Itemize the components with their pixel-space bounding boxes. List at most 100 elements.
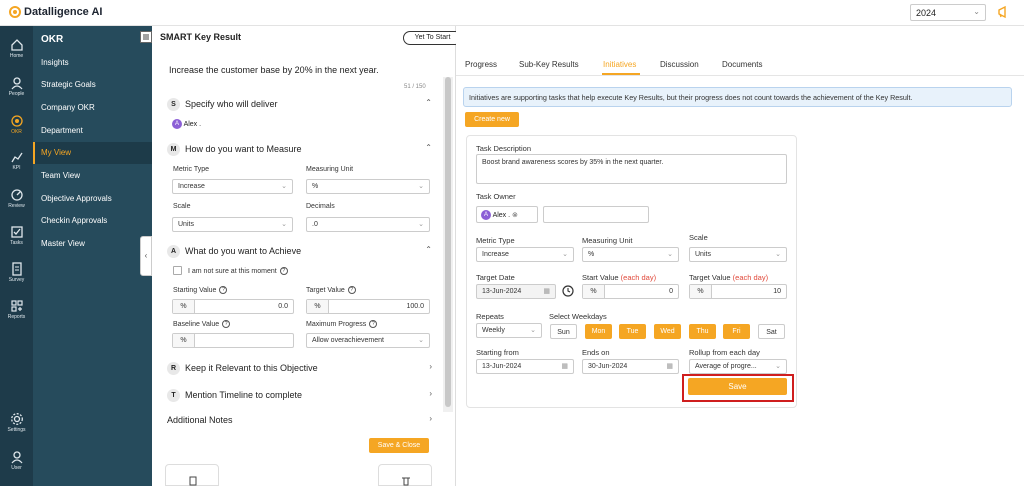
megaphone-icon[interactable] [997, 5, 1011, 19]
reports-icon [10, 300, 23, 312]
owner-search-input[interactable] [543, 206, 649, 223]
clock-icon[interactable] [562, 285, 574, 297]
tab-documents[interactable]: Documents [722, 60, 762, 69]
sidebar-item-department[interactable]: Department [33, 120, 152, 142]
scale-label: Scale [173, 203, 191, 210]
measuring-unit-select[interactable]: % ⌄ [582, 247, 679, 262]
starting-from-input[interactable]: 13-Jun-2024 ▦ [476, 359, 574, 374]
section-title: Specify who will deliver [185, 99, 278, 109]
help-icon[interactable]: ? [347, 286, 356, 294]
create-new-button[interactable]: Create new [465, 112, 519, 127]
day-tue[interactable]: Tue [619, 324, 646, 339]
metric-type-select[interactable]: Increase ⌄ [476, 247, 574, 262]
section-additional-notes[interactable]: Additional Notes › [167, 412, 432, 428]
metric-type-label: Metric Type [173, 166, 210, 173]
section-timeline[interactable]: T Mention Timeline to complete › [167, 387, 432, 403]
tasks-icon [10, 226, 23, 238]
measuring-unit-select[interactable]: % ⌄ [306, 179, 430, 194]
sidebar-item-strategic-goals[interactable]: Strategic Goals [33, 74, 152, 96]
help-icon[interactable]: ? [279, 267, 288, 275]
repeats-value: Weekly [482, 327, 505, 334]
metric-type-select[interactable]: Increase ⌄ [172, 179, 293, 194]
key-result-text[interactable]: Increase the customer base by 20% in the… [169, 65, 379, 75]
maximum-progress-label: Maximum Progress? [306, 320, 378, 328]
sidebar-item-checkin-approvals[interactable]: Checkin Approvals [33, 210, 152, 232]
survey-icon [11, 262, 22, 276]
not-sure-checkbox[interactable] [173, 266, 182, 275]
tab-sub-key-results[interactable]: Sub-Key Results [519, 60, 579, 69]
rollup-select[interactable]: Average of progre... ⌄ [689, 359, 787, 374]
gauge-icon [10, 189, 23, 201]
day-sun[interactable]: Sun [550, 324, 577, 339]
menu-collapse-icon[interactable] [140, 31, 152, 43]
section-measure[interactable]: M How do you want to Measure ⌃ [167, 141, 432, 157]
rail-tasks[interactable]: Tasks [0, 225, 33, 246]
app-logo[interactable]: Datalligence AI [9, 6, 102, 18]
sidebar-item-team-view[interactable]: Team View [33, 165, 152, 187]
day-wed[interactable]: Wed [654, 324, 681, 339]
owner-chip[interactable]: A Alex . [172, 119, 201, 129]
rail-survey[interactable]: Survey [0, 262, 33, 283]
starting-value-input[interactable]: % 0.0 [172, 299, 294, 314]
sidebar-item-my-view[interactable]: My View [33, 142, 152, 164]
scale-select[interactable]: Units ⌄ [689, 247, 787, 262]
status-badge[interactable]: Yet To Start [403, 31, 462, 45]
ends-on-input[interactable]: 30-Jun-2024 ▦ [582, 359, 679, 374]
sidebar-item-company-okr[interactable]: Company OKR [33, 97, 152, 119]
save-close-button[interactable]: Save & Close [369, 438, 429, 453]
repeats-select[interactable]: Weekly ⌄ [476, 323, 542, 338]
rail-home[interactable]: Home [0, 38, 33, 59]
maximum-progress-select[interactable]: Allow overachievement ⌄ [306, 333, 430, 348]
remove-icon[interactable]: ⊗ [512, 212, 518, 219]
user-icon [11, 451, 22, 464]
help-icon[interactable]: ? [369, 320, 378, 328]
decimals-select[interactable]: .0 ⌄ [306, 217, 430, 232]
chevron-up-icon: ⌃ [425, 143, 432, 152]
rail-okr[interactable]: OKR [0, 114, 33, 135]
rail-kpi[interactable]: KPI [0, 150, 33, 171]
section-specify[interactable]: S Specify who will deliver ⌃ [167, 96, 432, 112]
tab-progress[interactable]: Progress [465, 60, 497, 69]
rail-review[interactable]: Review [0, 188, 33, 209]
scrollbar-thumb[interactable] [445, 77, 451, 407]
ends-on-label: Ends on [582, 348, 610, 357]
day-thu[interactable]: Thu [689, 324, 716, 339]
tab-initiatives[interactable]: Initiatives [603, 60, 636, 69]
section-relevant[interactable]: R Keep it Relevant to this Objective › [167, 360, 432, 376]
year-select[interactable]: 2024 ⌄ [910, 4, 986, 21]
day-fri[interactable]: Fri [723, 324, 750, 339]
help-icon[interactable]: ? [219, 286, 228, 294]
help-icon[interactable]: ? [222, 320, 231, 328]
ends-on-value: 30-Jun-2024 [588, 363, 628, 370]
target-value-input[interactable]: % 10 [689, 284, 787, 299]
scrollbar[interactable] [443, 77, 453, 412]
start-value-label: Start Value (each day) [582, 273, 656, 282]
not-sure-text: I am not sure at this moment [188, 267, 277, 275]
rail-settings[interactable]: Settings [0, 412, 33, 433]
day-sat[interactable]: Sat [758, 324, 785, 339]
scale-select[interactable]: Units ⌄ [172, 217, 293, 232]
tab-discussion[interactable]: Discussion [660, 60, 699, 69]
chevron-down-icon: ⌄ [418, 183, 424, 190]
sidebar-item-objective-approvals[interactable]: Objective Approvals [33, 188, 152, 210]
task-description-input[interactable]: Boost brand awareness scores by 35% in t… [476, 154, 787, 184]
each-day-note: (each day) [732, 273, 769, 282]
delete-card[interactable] [378, 464, 432, 486]
owner-name: Alex . [492, 211, 511, 219]
rail-reports[interactable]: Reports [0, 299, 33, 320]
sidebar-item-insights[interactable]: Insights [33, 52, 152, 74]
target-value-input[interactable]: % 100.0 [306, 299, 430, 314]
baseline-value-input[interactable]: % [172, 333, 294, 348]
day-mon[interactable]: Mon [585, 324, 612, 339]
copy-card[interactable] [165, 464, 219, 486]
owner-chip[interactable]: A Alex . ⊗ [476, 206, 538, 223]
collapse-tab[interactable]: ‹ [140, 236, 152, 276]
rail-user[interactable]: User [0, 450, 33, 471]
rail-people[interactable]: People [0, 76, 33, 97]
sidebar-item-master-view[interactable]: Master View [33, 233, 152, 255]
active-tab-indicator [602, 73, 640, 75]
target-date-input[interactable]: 13-Jun-2024 ▦ [476, 284, 556, 299]
section-achieve[interactable]: A What do you want to Achieve ⌃ [167, 243, 432, 259]
start-value-input[interactable]: % 0 [582, 284, 679, 299]
chevron-down-icon: ⌄ [775, 363, 781, 370]
